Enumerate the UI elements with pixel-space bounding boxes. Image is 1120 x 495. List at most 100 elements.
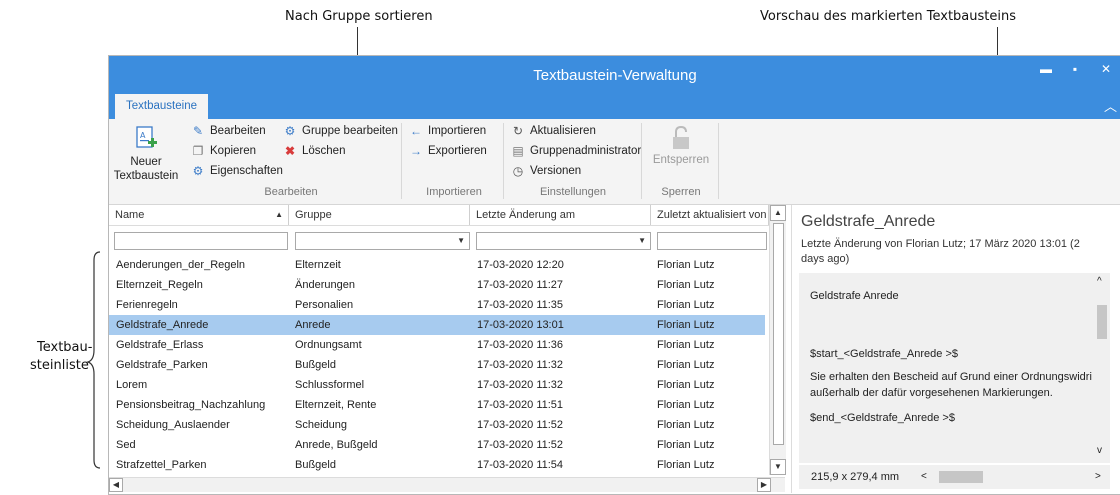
new-textbaustein-button[interactable]: A Neuer Textbaustein — [109, 125, 183, 183]
cell-last-change: 17-03-2020 11:32 — [477, 359, 564, 371]
cell-name: Aenderungen_der_Regeln — [116, 259, 246, 271]
table-row[interactable]: Geldstrafe_Erlass Ordnungsamt 17-03-2020 1… — [109, 335, 765, 355]
scroll-up-arrow[interactable]: ^ — [1097, 276, 1102, 287]
gear-icon: ⚙ — [284, 124, 296, 138]
preview-line: $end_<Geldstrafe_Anrede >$ — [810, 412, 955, 424]
table-row[interactable]: Lorem Schlussformel 17-03-2020 11:32 Floria… — [109, 375, 765, 395]
edit-button[interactable]: ✎ Bearbeiten — [191, 124, 266, 138]
table-row[interactable]: Elternzeit_Regeln Änderungen 17-03-2020 11… — [109, 275, 765, 295]
scroll-right-arrow[interactable]: > — [1095, 465, 1101, 489]
cell-updated-by: Florian Lutz — [657, 459, 715, 471]
versions-button[interactable]: ◷ Versionen — [511, 164, 581, 178]
table-row[interactable]: Strafzettel_Parken Bußgeld 17-03-2020 11:5… — [109, 455, 765, 475]
scroll-right-arrow[interactable]: ▶ — [757, 478, 771, 492]
arrow-left-icon: ← — [410, 124, 422, 138]
new-document-icon: A — [136, 126, 157, 148]
document-icon: ▤ — [512, 144, 524, 158]
maximize-icon[interactable]: ▪ — [1065, 62, 1085, 76]
refresh-button[interactable]: ↻ Aktualisieren — [511, 124, 596, 138]
cell-group: Ordnungsamt — [295, 339, 362, 351]
properties-button[interactable]: ⚙ Eigenschaften — [191, 164, 283, 178]
preview-horizontal-thumb[interactable] — [939, 471, 983, 483]
scroll-left-arrow[interactable]: < — [921, 465, 927, 489]
filter-date-select[interactable]: ▼ — [476, 232, 651, 250]
chevron-down-icon: ▼ — [457, 236, 465, 245]
textbaustein-list: Name ▲ Gruppe Letzte Änderung am Zuletzt… — [109, 205, 786, 493]
table-row[interactable]: Pensionsbeitrag_Nachzahlung Elternzeit, R… — [109, 395, 765, 415]
table-row[interactable]: Ferienregeln Personalien 17-03-2020 11:35 F… — [109, 295, 765, 315]
import-button[interactable]: ← Importieren — [409, 124, 486, 138]
cell-group: Scheidung — [295, 419, 347, 431]
preview-line: außerhalb der dafür vorgesehenen Markier… — [810, 387, 1053, 399]
lock-icon — [673, 125, 689, 149]
cell-last-change: 17-03-2020 11:51 — [477, 399, 564, 411]
chevron-down-icon: ▼ — [638, 236, 646, 245]
scroll-up-arrow[interactable]: ▲ — [770, 205, 786, 221]
group-separator — [401, 123, 402, 199]
edit-label: Bearbeiten — [210, 125, 266, 137]
collapse-ribbon-icon[interactable]: ︿ — [1104, 96, 1117, 115]
cell-name: Elternzeit_Regeln — [116, 279, 203, 291]
copy-button[interactable]: ❐ Kopieren — [191, 144, 256, 158]
column-header-last-change[interactable]: Letzte Änderung am — [470, 205, 651, 225]
filter-user-input[interactable] — [657, 232, 767, 250]
cell-name: Sed — [116, 439, 136, 451]
column-header-name[interactable]: Name ▲ — [109, 205, 289, 225]
group-admin-label: Gruppenadministrator — [530, 145, 642, 157]
annotation-list-line2: steinliste — [30, 358, 89, 373]
cell-last-change: 17-03-2020 13:01 — [477, 319, 564, 331]
versions-label: Versionen — [530, 165, 582, 177]
app-window: Textbaustein-Verwaltung ▬ ▪ ✕ Textbauste… — [108, 55, 1120, 495]
edit-group-button[interactable]: ⚙ Gruppe bearbeiten — [283, 124, 398, 138]
table-row[interactable]: Sed Anrede, Bußgeld 17-03-2020 11:52 Floria… — [109, 435, 765, 455]
cell-last-change: 17-03-2020 11:32 — [477, 379, 564, 391]
group-separator — [503, 123, 504, 199]
vertical-scroll-thumb[interactable] — [773, 223, 784, 445]
scroll-down-arrow[interactable]: v — [1097, 445, 1102, 456]
table-row[interactable]: Geldstrafe_Anrede Anrede 17-03-2020 13:01 F… — [109, 315, 765, 335]
column-header-updated-by[interactable]: Zuletzt aktualisiert von — [651, 205, 769, 225]
window-title: Textbaustein-Verwaltung — [533, 67, 697, 84]
sort-up-icon: ▲ — [275, 210, 283, 219]
ribbon: A Neuer Textbaustein ✎ Bearbeiten ❐ Kopi… — [109, 119, 1120, 205]
cell-group: Bußgeld — [295, 459, 336, 471]
unlock-button[interactable]: Entsperren — [646, 125, 716, 166]
export-button[interactable]: → Exportieren — [409, 144, 487, 158]
preview-scroll-thumb[interactable] — [1097, 305, 1107, 339]
edit-icon: ✎ — [192, 124, 204, 138]
minimize-icon[interactable]: ▬ — [1036, 62, 1056, 76]
preview-title: Geldstrafe_Anrede — [801, 213, 936, 230]
table-row[interactable]: Geldstrafe_Parken Bußgeld 17-03-2020 11:32… — [109, 355, 765, 375]
group-admin-button[interactable]: ▤ Gruppenadministrator — [511, 144, 641, 158]
preview-line: Geldstrafe Anrede — [810, 290, 899, 302]
column-header-group[interactable]: Gruppe — [289, 205, 470, 225]
preview-line: Sie erhalten den Bescheid auf Grund eine… — [810, 371, 1092, 383]
cell-updated-by: Florian Lutz — [657, 399, 715, 411]
vertical-scrollbar[interactable]: ▲ ▼ — [769, 205, 786, 475]
cell-last-change: 17-03-2020 11:52 — [477, 439, 564, 451]
cell-name: Scheidung_Auslaender — [116, 419, 230, 431]
table-row[interactable]: Scheidung_Auslaender Scheidung 17-03-2020 … — [109, 415, 765, 435]
edit-group-label: Gruppe bearbeiten — [302, 125, 398, 137]
scroll-down-arrow[interactable]: ▼ — [770, 459, 786, 475]
svg-text:A: A — [140, 131, 146, 140]
clock-icon: ◷ — [512, 164, 524, 178]
cell-last-change: 17-03-2020 11:35 — [477, 299, 564, 311]
cell-name: Geldstrafe_Erlass — [116, 339, 204, 351]
delete-button[interactable]: ✖ Löschen — [283, 144, 346, 158]
horizontal-scrollbar[interactable]: ◀ ▶ — [109, 477, 785, 492]
table-row[interactable]: Aenderungen_der_Regeln Elternzeit 17-03-20… — [109, 255, 765, 275]
tab-textbausteine[interactable]: Textbausteine — [115, 94, 208, 119]
annotation-preview-marked: Vorschau des markierten Textbausteins — [760, 9, 1017, 24]
preview-vertical-scrollbar[interactable]: ^ v — [1094, 273, 1110, 463]
delete-label: Löschen — [302, 145, 346, 157]
filter-name-input[interactable] — [114, 232, 288, 250]
filter-group-select[interactable]: ▼ — [295, 232, 470, 250]
preview-footer: 215,9 x 279,4 mm < > — [799, 465, 1110, 489]
cell-group: Schlussformel — [295, 379, 365, 391]
close-icon[interactable]: ✕ — [1096, 62, 1116, 76]
cell-group: Änderungen — [295, 279, 355, 291]
group-label-lock: Sperren — [661, 186, 701, 198]
scroll-left-arrow[interactable]: ◀ — [109, 478, 123, 492]
unlock-label: Entsperren — [652, 154, 710, 166]
